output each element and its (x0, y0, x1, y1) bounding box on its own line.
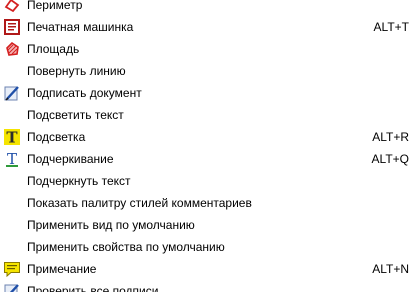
sign-document-icon (3, 84, 21, 102)
menu-item-sign-document[interactable]: Подписать документ (0, 82, 419, 104)
menu-item-label: Показать палитру стилей комментариев (27, 196, 252, 210)
verify-signatures-icon (3, 282, 21, 292)
svg-text:T: T (6, 129, 18, 147)
perimeter-icon (3, 0, 21, 14)
menu-item-label: Подчеркивание (27, 152, 114, 166)
menu-item-label: Площадь (27, 42, 80, 56)
menu-item-perimeter[interactable]: Периметр (0, 0, 419, 16)
menu-item-shortcut: ALT+Q (371, 152, 409, 166)
menu-item-label: Применить свойства по умолчанию (27, 240, 225, 254)
menu-item-underline[interactable]: T Подчеркивание ALT+Q (0, 148, 419, 170)
menu-item-label: Периметр (27, 0, 83, 12)
menu-item-label: Проверить все подписи (27, 284, 159, 292)
area-icon (3, 40, 21, 58)
menu-item-label: Подсветить текст (27, 108, 124, 122)
menu-item-label: Примечание (27, 262, 97, 276)
menu-item-label: Печатная машинка (27, 20, 134, 34)
menu-item-note[interactable]: Примечание ALT+N (0, 258, 419, 280)
menu-item-label: Подчеркнуть текст (27, 174, 131, 188)
menu-item-apply-default-properties[interactable]: Применить свойства по умолчанию (0, 236, 419, 258)
menu-item-shortcut: ALT+N (372, 262, 409, 276)
menu-item-underline-text[interactable]: Подчеркнуть текст (0, 170, 419, 192)
menu-item-shortcut: ALT+T (373, 20, 409, 34)
menu-item-show-comment-styles-palette[interactable]: Показать палитру стилей комментариев (0, 192, 419, 214)
highlight-icon: T (3, 128, 21, 146)
note-icon (3, 260, 21, 278)
menu-item-apply-default-appearance[interactable]: Применить вид по умолчанию (0, 214, 419, 236)
typewriter-icon (3, 18, 21, 36)
menu-item-typewriter[interactable]: Печатная машинка ALT+T (0, 16, 419, 38)
menu-item-area[interactable]: Площадь (0, 38, 419, 60)
menu-item-label: Подсветка (27, 130, 86, 144)
menu-item-highlight-text[interactable]: Подсветить текст (0, 104, 419, 126)
menu-item-label: Применить вид по умолчанию (27, 218, 195, 232)
menu-item-shortcut: ALT+R (372, 130, 409, 144)
menu-item-label: Повернуть линию (27, 64, 126, 78)
underline-icon: T (3, 150, 21, 168)
menu-item-label: Подписать документ (27, 86, 142, 100)
context-menu: Периметр Печатная машинка ALT+T Площадь … (0, 0, 419, 292)
menu-item-verify-all-signatures[interactable]: Проверить все подписи (0, 280, 419, 292)
menu-item-highlight[interactable]: T Подсветка ALT+R (0, 126, 419, 148)
menu-item-rotate-line[interactable]: Повернуть линию (0, 60, 419, 82)
